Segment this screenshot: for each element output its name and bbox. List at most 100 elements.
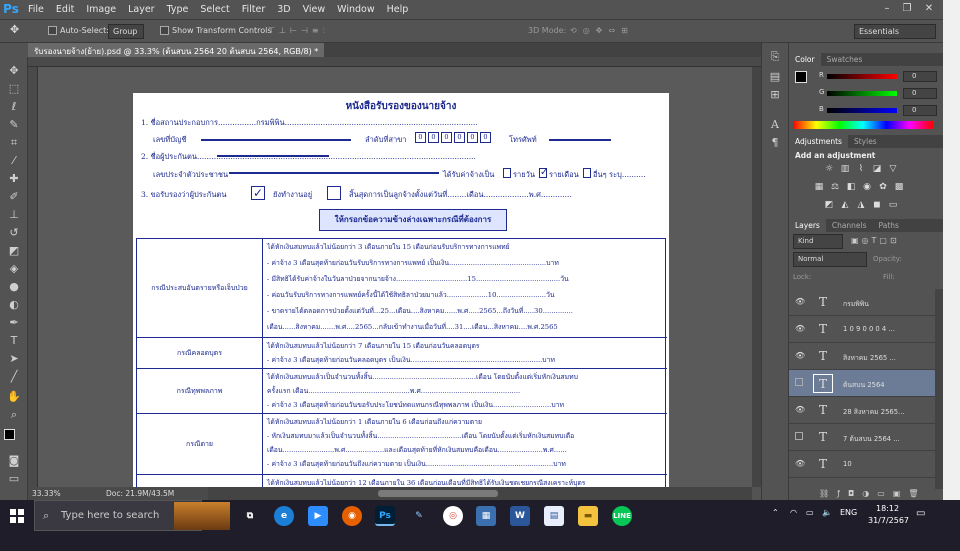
canvas-vertical-scrollbar[interactable]: [752, 67, 761, 487]
tray-chevron-icon[interactable]: ⌃: [772, 508, 779, 517]
tray-date[interactable]: 31/7/2567: [868, 516, 909, 525]
tray-language[interactable]: ENG: [840, 508, 857, 517]
visibility-eye-icon[interactable]: 👁: [795, 351, 805, 360]
calculator-icon[interactable]: ▦: [476, 506, 496, 526]
fg-swatch[interactable]: [795, 71, 807, 83]
menu-select[interactable]: Select: [194, 4, 235, 15]
zoom-app-icon[interactable]: ▶: [308, 506, 328, 526]
type-tool-icon[interactable]: T: [5, 333, 23, 349]
layer-kind-filter[interactable]: Kind: [793, 234, 843, 249]
file-explorer-icon[interactable]: ▬: [578, 506, 598, 526]
menu-help[interactable]: Help: [381, 4, 415, 15]
green-slider[interactable]: G 0: [813, 88, 953, 100]
layer-row[interactable]: 👁 T 1 0 9 0 0 0 4 ...: [789, 316, 935, 343]
invert-icon[interactable]: ◩: [823, 200, 835, 210]
color-lookup-icon[interactable]: ▩: [893, 182, 905, 192]
tab-adjustments[interactable]: Adjustments: [789, 135, 848, 148]
tab-layers[interactable]: Layers: [789, 219, 826, 232]
document-canvas[interactable]: หนังสือรับรองของนายจ้าง 1. ชื่อสถานประกอ…: [133, 93, 669, 487]
history-panel-icon[interactable]: ⎘: [766, 49, 784, 65]
dodge-tool-icon[interactable]: ◐: [5, 297, 23, 313]
photoshop-taskbar-icon[interactable]: Ps: [375, 506, 395, 526]
red-value[interactable]: 0: [903, 71, 937, 82]
blue-value[interactable]: 0: [903, 105, 937, 116]
workspace-dropdown[interactable]: Essentials: [854, 24, 936, 39]
menu-layer[interactable]: Layer: [122, 4, 161, 15]
eraser-tool-icon[interactable]: ◩: [5, 243, 23, 259]
stamp-tool-icon[interactable]: ⊥: [5, 207, 23, 223]
line-app-icon[interactable]: LINE: [612, 506, 632, 526]
zoom-tool-icon[interactable]: ⌕: [5, 407, 23, 423]
marquee-tool-icon[interactable]: ⬚: [5, 81, 23, 97]
tray-battery-icon[interactable]: ▭: [806, 508, 814, 517]
hue-sat-icon[interactable]: ▦: [813, 182, 825, 192]
show-transform-checkbox[interactable]: Show Transform Controls: [160, 26, 272, 35]
paint-icon[interactable]: ✎: [409, 506, 429, 526]
path-select-icon[interactable]: ➤: [5, 351, 23, 367]
layers-scrollbar[interactable]: [935, 289, 943, 489]
quick-mask-icon[interactable]: ◙: [5, 453, 23, 469]
tab-paths[interactable]: Paths: [873, 219, 905, 232]
paragraph-panel-icon[interactable]: ¶: [766, 135, 784, 151]
visibility-off-box[interactable]: [795, 432, 803, 440]
restore-icon[interactable]: ❐: [898, 2, 916, 16]
chrome-icon[interactable]: ◎: [443, 506, 463, 526]
levels-icon[interactable]: ▥: [839, 164, 851, 174]
notification-icon[interactable]: ▭: [916, 508, 925, 519]
tray-volume-icon[interactable]: 🔈: [822, 508, 832, 517]
layer-actions-icons[interactable]: ⛓ƒ◘◑▭▣🗑: [819, 489, 927, 498]
tray-wifi-icon[interactable]: ◠: [790, 508, 797, 517]
character-panel-icon[interactable]: A: [766, 117, 784, 133]
canvas-area[interactable]: หนังสือรับรองของนายจ้าง 1. ชื่อสถานประกอ…: [38, 67, 752, 487]
align-icons[interactable]: ⊤⊥⊢⊣≡⫶: [268, 26, 329, 36]
layer-row[interactable]: 👁 T สิงหาคม 2565 ...: [789, 343, 935, 370]
visibility-eye-icon[interactable]: 👁: [795, 324, 805, 333]
screen-mode-icon[interactable]: ▭: [5, 471, 23, 487]
exposure-icon[interactable]: ◪: [871, 164, 883, 174]
info-panel-icon[interactable]: ⊞: [766, 87, 784, 103]
line-tool-icon[interactable]: ╱: [5, 369, 23, 385]
brush-tool-icon[interactable]: ✐: [5, 189, 23, 205]
color-spectrum[interactable]: [793, 121, 933, 129]
tab-swatches[interactable]: Swatches: [821, 53, 869, 66]
layer-filter-icons[interactable]: ▣◎T▢⊡: [851, 236, 900, 245]
eyedropper-tool-icon[interactable]: ⁄: [5, 153, 23, 169]
channel-mixer-icon[interactable]: ✿: [877, 182, 889, 192]
gradient-map-icon[interactable]: ▭: [887, 200, 899, 210]
black-white-icon[interactable]: ◧: [845, 182, 857, 192]
bucket-tool-icon[interactable]: ◈: [5, 261, 23, 277]
menu-view[interactable]: View: [297, 4, 332, 15]
curves-icon[interactable]: ⌇: [855, 164, 867, 174]
tab-channels[interactable]: Channels: [826, 219, 873, 232]
move-tool-icon[interactable]: ✥: [10, 23, 19, 36]
blend-mode-dropdown[interactable]: Normal: [793, 252, 867, 267]
search-highlight-image[interactable]: [174, 502, 230, 530]
tab-styles[interactable]: Styles: [848, 135, 883, 148]
foreground-color-swatch[interactable]: [4, 429, 15, 440]
pen-tool-icon[interactable]: ✒: [5, 315, 23, 331]
close-icon[interactable]: ✕: [920, 2, 938, 16]
zoom-level[interactable]: 33.33%: [32, 489, 61, 498]
history-brush-icon[interactable]: ↺: [5, 225, 23, 241]
properties-panel-icon[interactable]: ▤: [766, 69, 784, 85]
posterize-icon[interactable]: ◭: [839, 200, 851, 210]
tray-time[interactable]: 18:12: [876, 504, 899, 513]
brightness-icon[interactable]: ☼: [823, 164, 835, 174]
tab-color[interactable]: Color: [789, 53, 821, 66]
visibility-eye-icon[interactable]: 👁: [795, 459, 805, 468]
menu-window[interactable]: Window: [331, 4, 380, 15]
layer-row[interactable]: T 7 ต้นสบน 2564 ...: [789, 424, 935, 451]
blur-tool-icon[interactable]: ●: [5, 279, 23, 295]
group-dropdown[interactable]: Group: [108, 24, 144, 39]
menu-file[interactable]: File: [22, 4, 50, 15]
menu-filter[interactable]: Filter: [236, 4, 272, 15]
scrollbar-thumb[interactable]: [378, 490, 498, 497]
windows-start-icon[interactable]: [10, 509, 24, 523]
minimize-icon[interactable]: –: [878, 2, 896, 16]
firefox-icon[interactable]: ◉: [342, 506, 362, 526]
photo-filter-icon[interactable]: ◉: [861, 182, 873, 192]
3d-mode-icons[interactable]: ⟲◎✥⇔⊞: [570, 26, 634, 35]
menu-type[interactable]: Type: [161, 4, 195, 15]
edge-icon[interactable]: e: [274, 506, 294, 526]
auto-select-checkbox[interactable]: Auto-Select:: [48, 26, 109, 35]
